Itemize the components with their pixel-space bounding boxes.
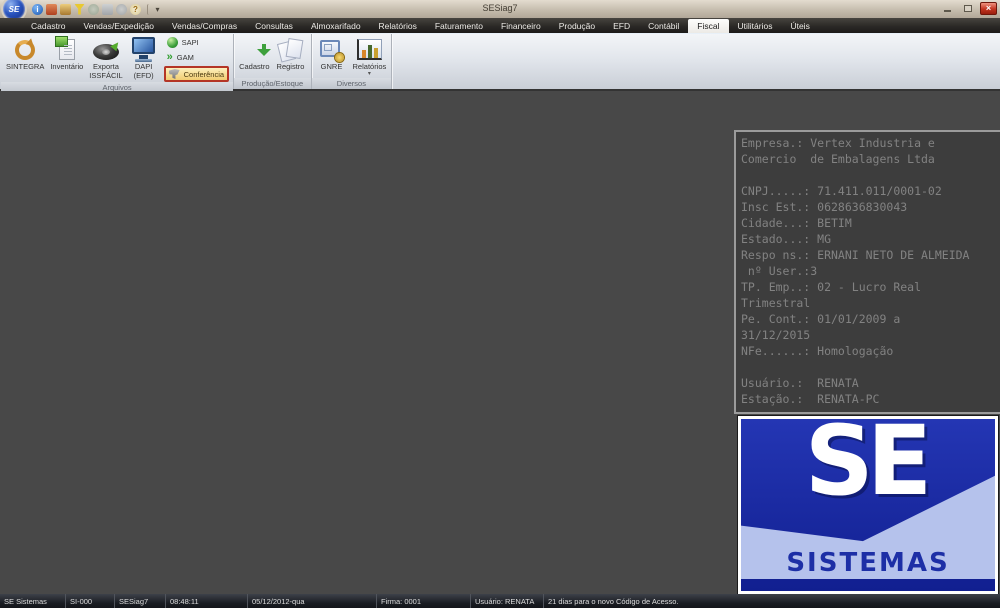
status-bar: SE Sistemas SI-000 SESiag7 08:48:11 05/1… <box>0 594 1000 608</box>
relatorios-dropdown-icon: ▾ <box>368 72 371 76</box>
gam-chevrons-icon: » <box>167 52 173 63</box>
ribbon: SINTEGRA Inventário Exporta ISSFÁCIL DAP… <box>0 33 1000 91</box>
registro-label: Registro <box>277 63 305 72</box>
tab-cadastro[interactable]: Cadastro <box>22 19 75 33</box>
relatorios-chart-icon <box>357 39 382 60</box>
ribbon-group-diversos: GNRE Relatórios ▾ Diversos <box>312 34 393 89</box>
status-access-code-message: 21 dias para o novo Código de Acesso. <box>544 594 1000 608</box>
tab-producao[interactable]: Produção <box>550 19 604 33</box>
cadastro-button[interactable]: Cadastro <box>236 35 272 72</box>
status-user: Usuário: RENATA <box>471 594 544 608</box>
restore-button[interactable] <box>960 3 975 14</box>
tab-contabil[interactable]: Contábil <box>639 19 688 33</box>
conferencia-button[interactable]: Conferência <box>164 66 229 82</box>
tab-consultas[interactable]: Consultas <box>246 19 302 33</box>
se-sistemas-logo: SE SISTEMAS <box>737 415 999 595</box>
exporta-label: Exporta ISSFÁCIL <box>89 63 122 80</box>
title-bar: SE i ? ▾ SESiag7 × <box>0 0 1000 18</box>
sapi-label: SAPI <box>182 38 199 47</box>
ribbon-group-arquivos: SINTEGRA Inventário Exporta ISSFÁCIL DAP… <box>1 34 234 89</box>
tab-relatorios[interactable]: Relatórios <box>370 19 426 33</box>
sintegra-button[interactable]: SINTEGRA <box>3 35 47 72</box>
logo-big-text: SE <box>741 419 989 512</box>
sintegra-label: SINTEGRA <box>6 63 44 72</box>
close-button[interactable]: × <box>980 2 997 15</box>
gam-button[interactable]: » GAM <box>164 51 229 64</box>
company-info-panel: Empresa.: Vertex Industria e Comercio de… <box>734 130 1000 414</box>
sintegra-sync-icon <box>15 40 35 60</box>
status-time: 08:48:11 <box>166 594 248 608</box>
cadastro-label: Cadastro <box>239 63 269 72</box>
group-label-producao-estoque: Produção/Estoque <box>234 78 310 89</box>
dapi-label: DAPI (EFD) <box>134 63 154 80</box>
gam-label: GAM <box>177 53 194 62</box>
inventory-document-icon <box>59 39 75 60</box>
tab-financeiro[interactable]: Financeiro <box>492 19 550 33</box>
inventario-label: Inventário <box>50 63 83 72</box>
status-terminal: SI-000 <box>66 594 115 608</box>
gnre-button[interactable]: GNRE <box>314 35 350 72</box>
conferencia-label: Conferência <box>184 70 224 79</box>
mdi-workspace: Empresa.: Vertex Industria e Comercio de… <box>0 91 1000 594</box>
export-disc-icon <box>93 44 119 60</box>
small-buttons-column: SAPI » GAM Conferência <box>162 35 231 82</box>
registro-cards-icon <box>278 38 303 61</box>
gnre-label: GNRE <box>321 63 343 72</box>
company-info-text: Empresa.: Vertex Industria e Comercio de… <box>741 135 1000 407</box>
tab-efd[interactable]: EFD <box>604 19 639 33</box>
tab-vendas-compras[interactable]: Vendas/Compras <box>163 19 246 33</box>
registro-button[interactable]: Registro <box>273 35 309 72</box>
tab-faturamento[interactable]: Faturamento <box>426 19 492 33</box>
menu-bar: Cadastro Vendas/Expedição Vendas/Compras… <box>0 18 1000 33</box>
logo-subtitle: SISTEMAS <box>741 548 995 578</box>
status-company: SE Sistemas <box>0 594 66 608</box>
computer-monitor-icon <box>132 37 155 54</box>
tab-uteis[interactable]: Úteis <box>781 19 818 33</box>
gnre-certificate-icon <box>320 40 340 57</box>
status-date: 05/12/2012-qua <box>248 594 377 608</box>
ribbon-group-producao-estoque: Cadastro Registro Produção/Estoque <box>234 34 311 89</box>
relatorios-button[interactable]: Relatórios ▾ <box>350 35 390 76</box>
sapi-button[interactable]: SAPI <box>164 36 229 49</box>
tab-almoxarifado[interactable]: Almoxarifado <box>302 19 370 33</box>
conferencia-gear-icon <box>169 69 180 79</box>
status-app: SESiag7 <box>115 594 166 608</box>
window-title: SESiag7 <box>0 3 1000 13</box>
exporta-issfacil-button[interactable]: Exporta ISSFÁCIL <box>86 35 125 80</box>
status-firma: Firma: 0001 <box>377 594 471 608</box>
inventario-button[interactable]: Inventário <box>47 35 86 72</box>
tab-utilitarios[interactable]: Utilitários <box>729 19 782 33</box>
tab-fiscal[interactable]: Fiscal <box>688 19 728 33</box>
logo-background: SE SISTEMAS <box>741 419 995 591</box>
minimize-button[interactable] <box>940 3 955 14</box>
dapi-efd-button[interactable]: DAPI (EFD) <box>126 35 162 80</box>
tab-vendas-expedicao[interactable]: Vendas/Expedição <box>75 19 163 33</box>
sapi-sphere-icon <box>167 37 178 48</box>
group-label-diversos: Diversos <box>312 78 392 89</box>
window-controls: × <box>940 2 997 15</box>
